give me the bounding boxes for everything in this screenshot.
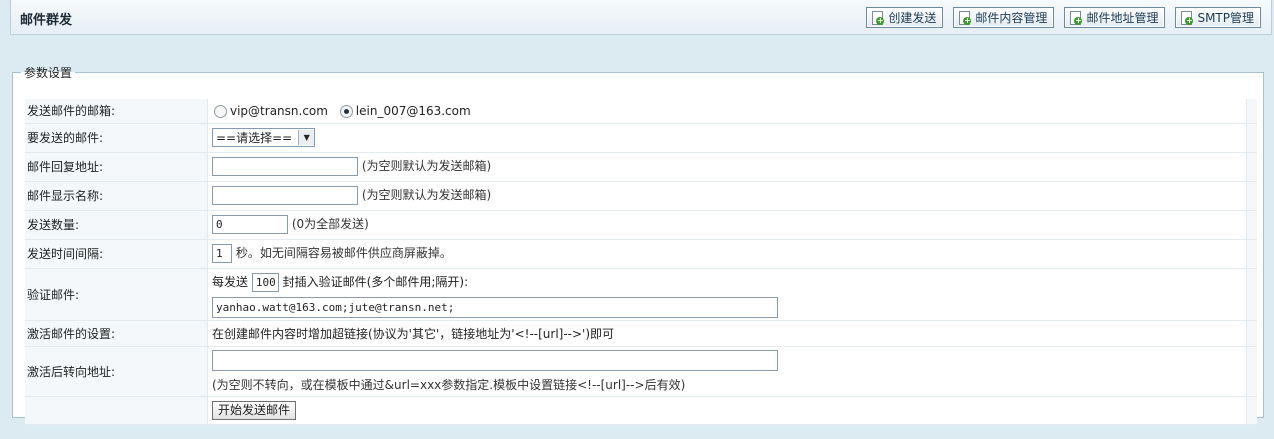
mail-address-manage-label: 邮件地址管理 bbox=[1086, 11, 1159, 25]
form-row-redirect: 激活后转向地址: (为空则不转向，或在模板中通过&url=xxx参数指定.模板中… bbox=[25, 346, 1257, 397]
sender-label: 发送邮件的邮箱: bbox=[25, 99, 208, 124]
reply-to-label: 邮件回复地址: bbox=[25, 152, 208, 182]
form-row-verify: 验证邮件: 每发送 100 封插入验证邮件(多个邮件用;隔开): yanhao.… bbox=[25, 268, 1257, 321]
smtp-manage-label: SMTP管理 bbox=[1197, 11, 1254, 25]
toolbar: + 创建发送 + 邮件内容管理 + 邮件地址管理 + SMTP管理 bbox=[866, 7, 1261, 28]
add-page-icon: + bbox=[871, 10, 885, 25]
reply-to-hint: (为空则默认为发送邮箱) bbox=[361, 159, 492, 173]
form-row-sender: 发送邮件的邮箱: vip@transn.com lein_007@163.com bbox=[25, 99, 1257, 124]
settings-legend: 参数设置 bbox=[24, 66, 73, 80]
interval-hint: 秒。如无间隔容易被邮件供应商屏蔽掉。 bbox=[235, 246, 452, 260]
smtp-manage-button[interactable]: + SMTP管理 bbox=[1175, 7, 1261, 28]
activate-text: 在创建邮件内容时增加超链接(协议为'其它'，链接地址为'<!--[url]-->… bbox=[207, 320, 1247, 347]
form-row-reply: 邮件回复地址: (为空则默认为发送邮箱) bbox=[25, 152, 1257, 182]
display-name-label: 邮件显示名称: bbox=[25, 181, 208, 211]
redirect-hint: (为空则不转向，或在模板中通过&url=xxx参数指定.模板中设置链接<!--[… bbox=[212, 377, 686, 392]
settings-form: 发送邮件的邮箱: vip@transn.com lein_007@163.com… bbox=[25, 99, 1257, 425]
interval-input[interactable]: 1 bbox=[212, 244, 232, 263]
verify-count-input[interactable]: 100 bbox=[251, 272, 279, 292]
form-row-activate: 激活邮件的设置: 在创建邮件内容时增加超链接(协议为'其它'，链接地址为'<!-… bbox=[25, 320, 1257, 347]
mail-select[interactable]: ==请选择== ▼ bbox=[212, 128, 316, 147]
header-bar: 邮件群发 + 创建发送 + 邮件内容管理 + 邮件地址管理 + SMTP管理 bbox=[10, 0, 1272, 35]
mail-content-manage-label: 邮件内容管理 bbox=[975, 11, 1048, 25]
mail-select-value: ==请选择== bbox=[216, 131, 293, 145]
form-row-submit: 开始发送邮件 bbox=[25, 396, 1257, 425]
display-name-input[interactable] bbox=[212, 186, 358, 205]
sender-radio-1[interactable] bbox=[214, 104, 227, 118]
add-page-icon: + bbox=[1180, 10, 1194, 25]
mail-content-manage-button[interactable]: + 邮件内容管理 bbox=[953, 7, 1055, 28]
display-name-hint: (为空则默认为发送邮箱) bbox=[361, 188, 492, 202]
page-title: 邮件群发 bbox=[20, 13, 73, 28]
add-page-icon: + bbox=[1069, 10, 1083, 25]
send-count-hint: (0为全部发送) bbox=[291, 217, 369, 231]
create-send-label: 创建发送 bbox=[888, 11, 937, 25]
sender-option-1: vip@transn.com bbox=[230, 103, 328, 118]
reply-to-input[interactable] bbox=[212, 157, 358, 176]
create-send-button[interactable]: + 创建发送 bbox=[866, 7, 944, 28]
verify-emails-input[interactable]: yanhao.watt@163.com;jute@transn.net; bbox=[212, 296, 778, 318]
sender-radio-2[interactable] bbox=[339, 104, 353, 118]
form-row-interval: 发送时间间隔: 1 秒。如无间隔容易被邮件供应商屏蔽掉。 bbox=[25, 239, 1257, 269]
form-row-display: 邮件显示名称: (为空则默认为发送邮箱) bbox=[25, 181, 1257, 211]
form-row-count: 发送数量: 0 (0为全部发送) bbox=[25, 210, 1257, 240]
verify-prefix: 每发送 bbox=[212, 274, 249, 289]
send-count-input[interactable]: 0 bbox=[212, 215, 288, 234]
redirect-input[interactable] bbox=[212, 349, 778, 371]
form-row-mail: 要发送的邮件: ==请选择== ▼ bbox=[25, 123, 1257, 153]
start-send-button[interactable]: 开始发送邮件 bbox=[212, 400, 297, 420]
mail-address-manage-button[interactable]: + 邮件地址管理 bbox=[1064, 7, 1166, 28]
interval-label: 发送时间间隔: bbox=[25, 239, 208, 269]
redirect-label: 激活后转向地址: bbox=[25, 346, 208, 397]
chevron-down-icon: ▼ bbox=[298, 130, 315, 145]
verify-suffix: 封插入验证邮件(多个邮件用;隔开): bbox=[282, 274, 469, 289]
activate-label: 激活邮件的设置: bbox=[25, 320, 208, 347]
mail-to-send-label: 要发送的邮件: bbox=[25, 123, 208, 153]
sender-option-2: lein_007@163.com bbox=[355, 103, 471, 118]
verify-label: 验证邮件: bbox=[25, 268, 208, 321]
settings-fieldset: 参数设置 发送邮件的邮箱: vip@transn.com lein_007@16… bbox=[12, 64, 1264, 425]
send-count-label: 发送数量: bbox=[25, 210, 208, 240]
add-page-icon: + bbox=[958, 10, 972, 25]
